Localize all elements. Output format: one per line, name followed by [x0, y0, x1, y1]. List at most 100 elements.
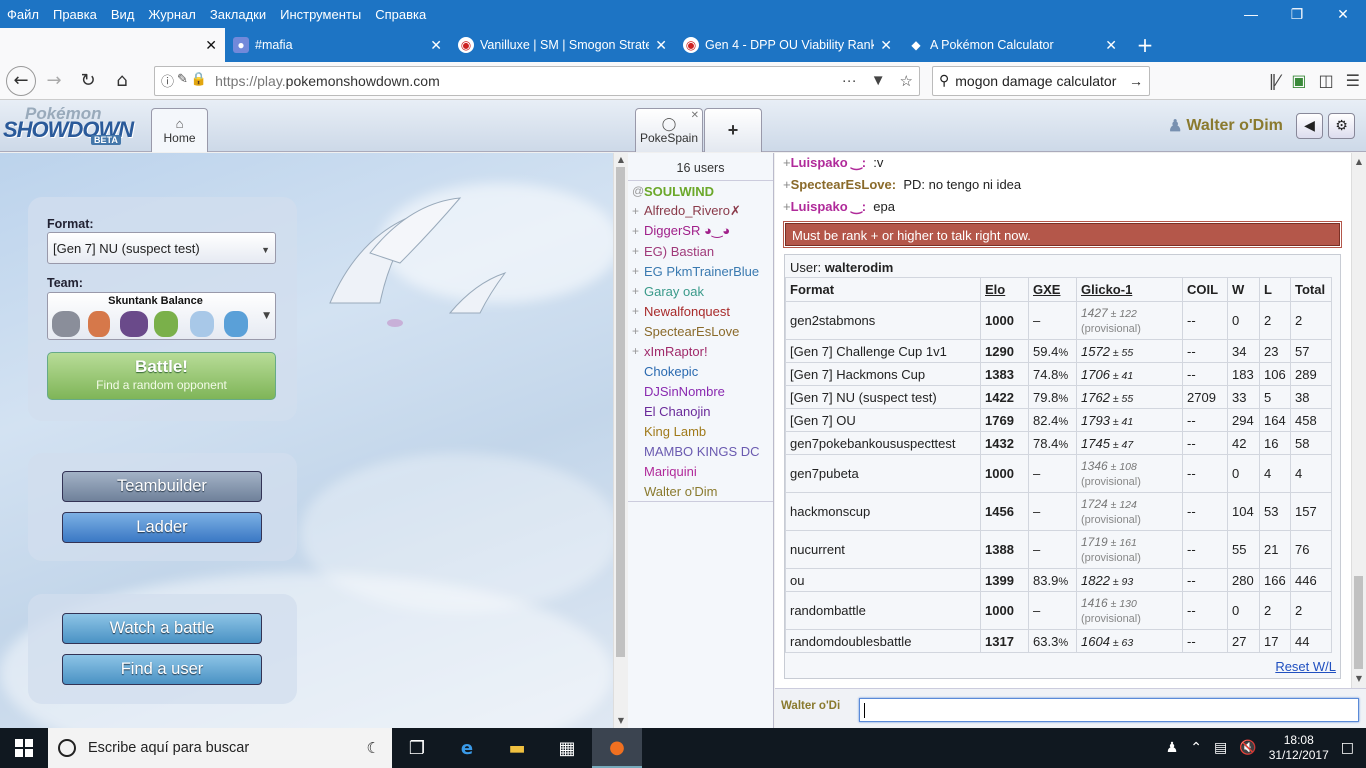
task-view-icon[interactable]: ❐ — [392, 728, 442, 768]
menu-item-history[interactable]: Журнал — [141, 7, 202, 22]
user-list-item[interactable]: + DiggerSR ◕‿◕ — [628, 221, 773, 241]
col-gxe[interactable]: GXE — [1028, 277, 1077, 302]
user-list-item[interactable]: + Garay oak — [628, 281, 773, 301]
clock[interactable]: 18:08 31/12/2017 — [1269, 733, 1329, 763]
extension-icon[interactable]: ▣ — [1291, 71, 1306, 90]
gear-icon[interactable]: ⚙ — [1328, 113, 1355, 139]
forward-icon[interactable]: → — [38, 65, 70, 97]
permissions-icon[interactable]: ✎ — [177, 71, 188, 90]
user-list-item[interactable]: + Alfredo_Rivero✗ — [628, 201, 773, 221]
scroll-up-icon[interactable]: ▲ — [1352, 155, 1366, 169]
home-icon[interactable]: ⌂ — [106, 65, 138, 97]
taskbar-search[interactable]: Escribe aquí para buscar ☾ — [48, 728, 392, 768]
user-list-item[interactable]: + EG) Bastian — [628, 241, 773, 261]
chat-input[interactable] — [859, 698, 1359, 722]
team-select[interactable]: Skuntank Balance ▼ — [47, 292, 276, 340]
col-glicko[interactable]: Glicko-1 — [1076, 277, 1183, 302]
volume-muted-icon[interactable]: 🔇 — [1239, 740, 1256, 756]
find-user-button[interactable]: Find a user — [62, 654, 262, 685]
notifications-icon[interactable]: □ — [1341, 740, 1354, 756]
chevron-up-icon[interactable]: ⌃ — [1190, 740, 1202, 756]
info-icon[interactable]: ⓘ — [161, 71, 174, 90]
pocket-icon[interactable]: ▼ — [871, 72, 886, 90]
col-elo[interactable]: Elo — [980, 277, 1029, 302]
menu-item-help[interactable]: Справка — [368, 7, 433, 22]
menu-item-bookmarks[interactable]: Закладки — [203, 7, 273, 22]
chat-username[interactable]: Luispako ‿: — [791, 155, 866, 170]
tab-close-icon[interactable]: ✕ — [205, 37, 217, 54]
user-list-item[interactable]: + Newalfonquest — [628, 301, 773, 321]
sidebar-icon[interactable]: ◫ — [1319, 71, 1334, 90]
hamburger-menu-icon[interactable]: ☰ — [1346, 71, 1360, 90]
user-list-item[interactable]: MAMBO KINGS DC — [628, 441, 773, 461]
back-icon[interactable]: ← — [6, 65, 36, 96]
user-list-item[interactable]: Chokepic — [628, 361, 773, 381]
edge-icon[interactable]: e — [442, 728, 492, 768]
browser-tab-active[interactable]: ✕ — [0, 28, 225, 62]
tab-close-icon[interactable]: ✕ — [880, 37, 892, 54]
browser-tab-vanilluxe[interactable]: ◉ Vanilluxe | SM | Smogon Strateg ✕ — [450, 28, 675, 62]
scrollbar-thumb[interactable] — [616, 167, 625, 657]
tab-pokespain[interactable]: ✕ ◯ PokeSpain — [635, 108, 703, 152]
chat-username[interactable]: Luispako ‿: — [791, 199, 866, 214]
reload-icon[interactable]: ↻ — [72, 65, 104, 97]
browser-tab-dpp-ou[interactable]: ◉ Gen 4 - DPP OU Viability Rankin ✕ — [675, 28, 900, 62]
scroll-up-icon[interactable]: ▲ — [614, 153, 628, 167]
restore-icon[interactable]: ❐ — [1274, 6, 1320, 23]
user-list-item[interactable]: El Chanojin — [628, 401, 773, 421]
user-list-item[interactable]: + EG PkmTrainerBlue — [628, 261, 773, 281]
browser-tab-calculator[interactable]: ◆ A Pokémon Calculator ✕ — [900, 28, 1125, 62]
format-select[interactable]: [Gen 7] NU (suspect test) ▼ — [47, 232, 276, 264]
url-bar[interactable]: ⓘ ✎ 🔒 https://play.pokemonshowdown.com ·… — [154, 65, 920, 96]
ladder-button[interactable]: Ladder — [62, 512, 262, 543]
scroll-down-icon[interactable]: ▼ — [1352, 672, 1366, 686]
library-icon[interactable]: ‖⁄ — [1269, 71, 1280, 90]
reset-wl-link[interactable]: Reset W/L — [1275, 659, 1336, 674]
tab-close-icon[interactable]: ✕ — [1105, 37, 1117, 54]
page-actions-icon[interactable]: ··· — [842, 72, 857, 90]
people-icon[interactable]: ♟ — [1166, 740, 1179, 756]
chat-scrollbar[interactable]: ▲ ▼ — [1351, 153, 1365, 688]
menu-item-file[interactable]: Файл — [0, 7, 46, 22]
firefox-icon[interactable]: ● — [592, 728, 642, 768]
user-list-item[interactable]: DJSinNombre — [628, 381, 773, 401]
new-tab-button[interactable]: + — [1125, 28, 1165, 62]
tab-home[interactable]: ⌂ Home — [151, 108, 208, 152]
search-input[interactable]: mogon damage calculator — [955, 73, 1129, 89]
microphone-icon[interactable]: ☾ — [367, 739, 380, 757]
left-pane-scrollbar[interactable]: ▲ ▼ — [613, 153, 627, 728]
showdown-logo[interactable]: Pokémon SHOWDOWN BETA — [3, 103, 149, 147]
user-menu[interactable]: ♟ Walter o'Dim — [1168, 116, 1283, 136]
tab-close-icon[interactable]: ✕ — [430, 37, 442, 54]
windows-start-icon[interactable] — [0, 728, 48, 768]
store-icon[interactable]: ▦ — [542, 728, 592, 768]
user-list-item[interactable]: Walter o'Dim — [628, 481, 773, 502]
bookmark-star-icon[interactable]: ☆ — [900, 72, 913, 90]
tab-close-icon[interactable]: ✕ — [655, 37, 667, 54]
window-close-icon[interactable]: ✕ — [1320, 6, 1366, 23]
network-icon[interactable]: ▤ — [1214, 740, 1227, 756]
user-list-item[interactable]: + xImRaptor! — [628, 341, 773, 361]
lock-icon[interactable]: 🔒 — [191, 71, 207, 90]
teambuilder-button[interactable]: Teambuilder — [62, 471, 262, 502]
close-room-icon[interactable]: ✕ — [691, 110, 699, 121]
menu-item-view[interactable]: Вид — [104, 7, 142, 22]
menu-item-tools[interactable]: Инструменты — [273, 7, 368, 22]
scrollbar-thumb[interactable] — [1354, 576, 1363, 669]
scroll-down-icon[interactable]: ▼ — [614, 714, 628, 728]
file-explorer-icon[interactable]: ▬ — [492, 728, 542, 768]
watch-battle-button[interactable]: Watch a battle — [62, 613, 262, 644]
menu-item-edit[interactable]: Правка — [46, 7, 104, 22]
user-list-item[interactable]: Mariquini — [628, 461, 773, 481]
new-room-button[interactable]: + — [704, 108, 762, 152]
chat-username[interactable]: SpectearEsLove: — [791, 177, 897, 192]
minimize-icon[interactable]: — — [1228, 6, 1274, 22]
user-list-item[interactable]: @ SOULWIND — [628, 181, 773, 201]
user-list-item[interactable]: King Lamb — [628, 421, 773, 441]
user-list-item[interactable]: + SpectearEsLove — [628, 321, 773, 341]
search-bar[interactable]: ⚲ mogon damage calculator → — [932, 65, 1150, 96]
battle-button[interactable]: Battle! Find a random opponent — [47, 352, 276, 400]
search-go-icon[interactable]: → — [1129, 73, 1143, 89]
browser-tab-mafia[interactable]: ● #mafia ✕ — [225, 28, 450, 62]
sound-icon[interactable]: ◀ — [1296, 113, 1323, 139]
